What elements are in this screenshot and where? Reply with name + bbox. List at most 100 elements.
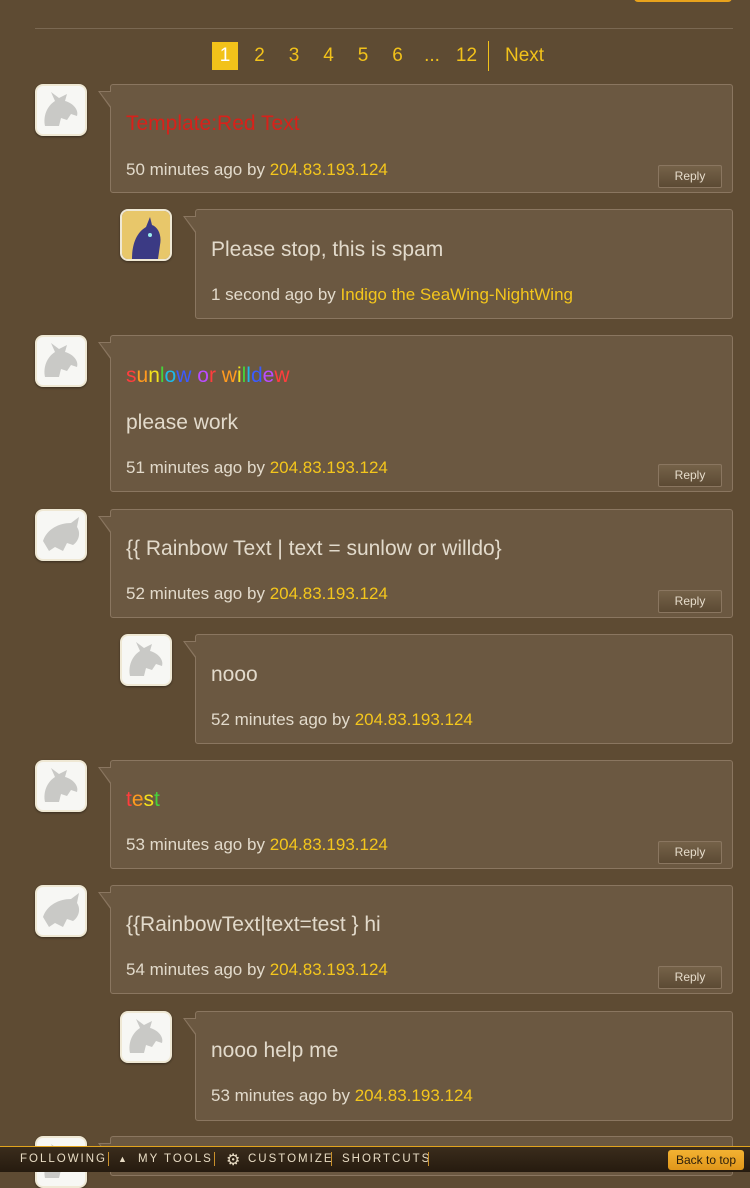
comment-meta: 51 minutes ago by 204.83.193.124 <box>126 458 388 478</box>
customize-button[interactable]: CUSTOMIZE <box>248 1153 334 1165</box>
reply-button[interactable]: Reply <box>658 590 722 613</box>
comment-bubble: Please stop, this is spam 1 second ago b… <box>183 209 733 319</box>
reply-button[interactable]: Reply <box>658 464 722 487</box>
shortcuts-button[interactable]: SHORTCUTS <box>342 1153 431 1165</box>
comment-time: 53 minutes ago <box>126 835 243 854</box>
comment-author-link[interactable]: 204.83.193.124 <box>355 710 473 729</box>
comment-text: {{RainbowText|text=test } hi <box>126 913 381 936</box>
comment-text: Please stop, this is spam <box>211 238 444 261</box>
avatar[interactable] <box>35 760 87 812</box>
comment-author-link[interactable]: Indigo the SeaWing-NightWing <box>341 285 573 304</box>
avatar[interactable] <box>120 1011 172 1063</box>
page-link-5[interactable]: 5 <box>350 45 376 67</box>
toolbar-divider <box>331 1152 332 1166</box>
dragon-avatar-icon <box>122 211 170 259</box>
following-button[interactable]: FOLLOWING <box>20 1153 107 1165</box>
rainbow-char: w <box>274 364 290 387</box>
page-ellipsis: ... <box>424 45 440 66</box>
dragon-avatar-icon <box>43 517 80 551</box>
page-link-4[interactable]: 4 <box>316 45 342 67</box>
gear-icon: ⚙ <box>226 1152 241 1169</box>
rainbow-char: e <box>131 788 144 811</box>
dragon-avatar-icon <box>129 642 163 676</box>
avatar[interactable] <box>35 84 87 136</box>
comment-by: by <box>331 710 350 729</box>
comment-text: please work <box>126 411 239 434</box>
page-link-6[interactable]: 6 <box>385 45 411 67</box>
avatar[interactable] <box>120 209 172 261</box>
comment-bubble: {{ Rainbow Text | text = sunlow or willd… <box>98 509 733 618</box>
comment-meta: 1 second ago by Indigo the SeaWing-Night… <box>211 285 573 305</box>
dragon-avatar-icon <box>44 343 78 377</box>
dragon-avatar-icon <box>129 1019 163 1053</box>
page-link-3[interactable]: 3 <box>281 45 307 67</box>
comment-author-link[interactable]: 204.83.193.124 <box>270 160 388 179</box>
comment-by: by <box>246 458 265 477</box>
caret-up-icon: ▲ <box>118 1154 127 1164</box>
comment-time: 1 second ago <box>211 285 314 304</box>
comment-time: 52 minutes ago <box>211 710 328 729</box>
page-link-1[interactable]: 1 <box>212 42 238 70</box>
comment-text: nooo help me <box>211 1039 339 1062</box>
comment-by: by <box>331 1086 350 1105</box>
comment-author-link[interactable]: 204.83.193.124 <box>270 458 388 477</box>
rainbow-char: t <box>154 788 160 811</box>
comment-by: by <box>246 960 265 979</box>
dragon-avatar-icon <box>43 893 80 927</box>
comment-by: by <box>246 835 265 854</box>
avatar[interactable] <box>120 634 172 686</box>
toolbar-divider <box>428 1152 429 1166</box>
reply-button[interactable]: Reply <box>658 841 722 864</box>
comment-author-link[interactable]: 204.83.193.124 <box>270 835 388 854</box>
back-to-top-button[interactable]: Back to top <box>668 1150 744 1170</box>
comment-time: 51 minutes ago <box>126 458 243 477</box>
bottom-toolbar: FOLLOWING ▲ MY TOOLS ⚙ CUSTOMIZE SHORTCU… <box>0 1146 750 1172</box>
comment-meta: 54 minutes ago by 204.83.193.124 <box>126 960 388 980</box>
comment-text: {{ Rainbow Text | text = sunlow or willd… <box>126 537 502 560</box>
avatar[interactable] <box>35 885 87 937</box>
comment-by: by <box>246 160 265 179</box>
rainbow-char: r <box>208 364 216 387</box>
rainbow-char: u <box>136 364 149 387</box>
comment-author-link[interactable]: 204.83.193.124 <box>270 960 388 979</box>
reply-button[interactable]: Reply <box>658 966 722 989</box>
rainbow-char: w <box>176 364 192 387</box>
page-link-2[interactable]: 2 <box>247 45 273 67</box>
reply-button[interactable]: Reply <box>658 165 722 188</box>
my-tools-button[interactable]: MY TOOLS <box>138 1153 213 1165</box>
pagination: 1 2 3 4 5 6 ... 12 Next <box>212 41 544 71</box>
comment-time: 52 minutes ago <box>126 584 243 603</box>
comment-bubble: test 53 minutes ago by 204.83.193.124 Re… <box>98 760 733 869</box>
avatar[interactable] <box>35 509 87 561</box>
comment-by: by <box>317 285 336 304</box>
dragon-avatar-icon <box>44 92 78 126</box>
avatar[interactable] <box>35 335 87 387</box>
comment-bubble: Template:Red Text 50 minutes ago by 204.… <box>98 84 733 193</box>
rainbow-char: d <box>250 364 263 387</box>
top-button-edge[interactable] <box>634 0 732 2</box>
comment-meta: 52 minutes ago by 204.83.193.124 <box>126 584 388 604</box>
comment-author-link[interactable]: 204.83.193.124 <box>355 1086 473 1105</box>
comment-meta: 50 minutes ago by 204.83.193.124 <box>126 160 388 180</box>
comment-by: by <box>246 584 265 603</box>
comment-text: Template:Red Text <box>126 112 300 135</box>
pagination-separator <box>488 41 489 71</box>
toolbar-divider <box>214 1152 215 1166</box>
rainbow-char: e <box>262 364 275 387</box>
rainbow-text: test <box>126 788 160 812</box>
comment-time: 53 minutes ago <box>211 1086 328 1105</box>
comment-bubble: nooo 52 minutes ago by 204.83.193.124 <box>183 634 733 744</box>
dragon-avatar-icon <box>44 768 78 802</box>
comment-time: 50 minutes ago <box>126 160 243 179</box>
rainbow-char: s <box>143 788 155 811</box>
divider <box>35 28 733 29</box>
rainbow-char: o <box>197 364 209 387</box>
page-link-12[interactable]: 12 <box>454 45 480 67</box>
rainbow-char: n <box>148 364 160 387</box>
toolbar-divider <box>108 1152 109 1166</box>
comment-text: nooo <box>211 663 258 686</box>
next-page-link[interactable]: Next <box>505 45 544 67</box>
comment-author-link[interactable]: 204.83.193.124 <box>270 584 388 603</box>
comment-meta: 53 minutes ago by 204.83.193.124 <box>126 835 388 855</box>
rainbow-char: s <box>126 364 137 387</box>
